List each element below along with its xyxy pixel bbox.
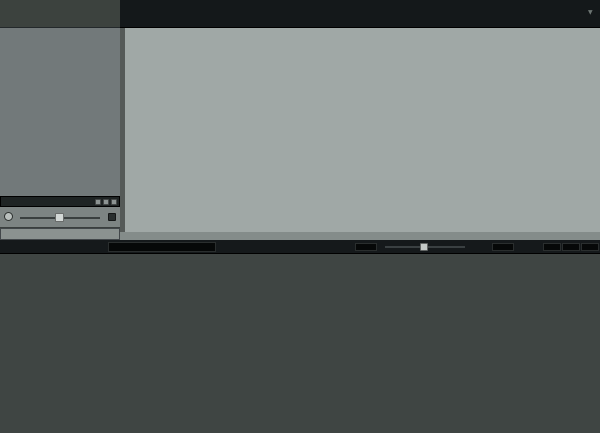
rate-slider-thumb[interactable]	[420, 243, 428, 251]
ruler-collapse-icon[interactable]: ▼	[588, 9, 593, 16]
main-toolbar	[0, 0, 120, 28]
daw-window: ▼	[0, 0, 600, 433]
fx-ui-button[interactable]	[95, 199, 101, 205]
transport-time-display[interactable]	[108, 242, 216, 252]
selection-length[interactable]	[581, 243, 599, 251]
envelope-knob[interactable]	[4, 212, 13, 221]
fx-close-button[interactable]	[111, 199, 117, 205]
arrange-footer	[120, 232, 600, 240]
mixer-panel	[0, 254, 600, 433]
fx-chain-bar[interactable]	[0, 196, 120, 207]
arrange-view[interactable]	[125, 28, 600, 232]
transport-bar	[0, 240, 600, 254]
tcp-arrange-divider[interactable]	[120, 28, 125, 232]
envelope-panel	[0, 207, 120, 228]
track-row-drum[interactable]	[0, 228, 120, 240]
selection-start[interactable]	[543, 243, 561, 251]
envelope-bypass-button[interactable]	[108, 213, 116, 221]
fx-float-button[interactable]	[103, 199, 109, 205]
bpm-value[interactable]	[492, 243, 514, 251]
envelope-slider-thumb[interactable]	[55, 213, 64, 222]
selection-end[interactable]	[562, 243, 580, 251]
timeline-ruler[interactable]	[120, 0, 600, 28]
rate-value[interactable]	[355, 243, 377, 251]
